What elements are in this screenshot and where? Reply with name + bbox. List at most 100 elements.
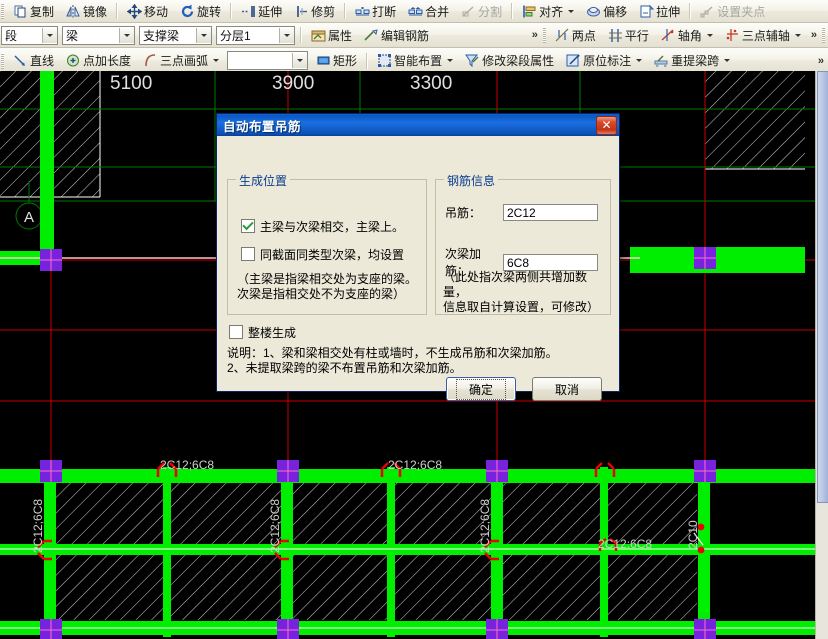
component-combo[interactable]: 梁	[62, 25, 135, 45]
point-length-button[interactable]: 点加长度	[61, 50, 136, 71]
draw-toolbar-overflow-button[interactable]: »	[814, 55, 828, 67]
toolbar-grip[interactable]	[542, 27, 546, 43]
toolbar-set-grip-label: 设置夹点	[717, 4, 766, 19]
in-situ-annotation-button[interactable]: 原位标注	[561, 50, 647, 71]
axis-label-A: A	[24, 209, 34, 226]
rectangle-label: 矩形	[333, 54, 358, 68]
toolbar-grip[interactable]	[1, 3, 4, 19]
toolbar-extend-button[interactable]: 延伸	[236, 1, 287, 22]
close-icon[interactable]: ✕	[596, 115, 617, 135]
ok-button-label: 确定	[455, 378, 506, 400]
vertical-scrollbar-thumb[interactable]	[817, 71, 828, 503]
toolbar-move-button[interactable]: 移动	[122, 1, 173, 22]
chevron-down-icon[interactable]	[724, 59, 731, 62]
cancel-button[interactable]: 取消	[532, 377, 602, 401]
chevron-down-icon[interactable]	[568, 9, 575, 13]
chevron-down-icon[interactable]	[279, 27, 294, 43]
checkbox-unchecked-icon[interactable]	[229, 325, 243, 339]
toolbar-trim-button[interactable]: 修剪	[289, 1, 340, 22]
ok-button[interactable]: 确定	[446, 377, 516, 401]
dialog-titlebar[interactable]: 自动布置吊筋 ✕	[217, 114, 619, 136]
toolbar-copy-button[interactable]: 复制	[8, 1, 59, 22]
line-button[interactable]: 直线	[8, 50, 59, 71]
layer-combo[interactable]: 分层1	[216, 25, 295, 45]
toolbar-offset-button[interactable]: 偏移	[581, 1, 632, 22]
chevron-down-icon[interactable]	[196, 27, 211, 43]
chevron-down-icon[interactable]	[292, 53, 308, 68]
toolbar-mirror-button[interactable]: 镜像	[61, 1, 112, 22]
three-point-arc-label: 三点画弧	[160, 54, 209, 68]
checkbox-primary-secondary-intersect[interactable]: 主梁与次梁相交，主梁上。	[241, 218, 421, 235]
toolbar-split-button[interactable]: 分割	[456, 1, 507, 22]
modify-beam-segment-button[interactable]: 修改梁段属性	[460, 50, 559, 71]
set-grip-icon	[700, 4, 715, 19]
checkbox-unchecked-icon[interactable]	[241, 247, 255, 261]
beam-type-combo[interactable]: 支撑梁	[139, 25, 212, 45]
chevron-down-icon[interactable]	[794, 33, 801, 37]
axis-toolbar-overflow-button[interactable]: »	[807, 29, 821, 41]
hanging-rebar-input[interactable]: 2C12	[503, 204, 598, 221]
two-point-axis-button[interactable]: 两点	[550, 25, 601, 46]
hanging-rebar-label: 吊筋：	[445, 206, 482, 220]
toolbar-align-button[interactable]: 对齐	[517, 1, 579, 22]
toolbar-break-button[interactable]: 打断	[350, 1, 401, 22]
generate-position-note: （主梁是指梁相交处为支座的梁。 次梁是指相交处不为支座的梁）	[237, 272, 418, 301]
vertical-scrollbar[interactable]	[815, 71, 828, 639]
chevron-down-icon[interactable]	[119, 27, 134, 43]
three-point-aux-axis-button[interactable]: 三点辅轴	[720, 25, 806, 46]
properties-icon	[311, 28, 326, 43]
toolbar-offset-label: 偏移	[603, 4, 628, 19]
dimension-label: 3900	[272, 73, 314, 94]
component-combo-value: 梁	[66, 28, 79, 43]
edit-rebar-icon	[364, 28, 379, 43]
smart-layout-button[interactable]: 智能布置	[372, 50, 458, 71]
chevron-down-icon[interactable]	[42, 27, 57, 43]
dialog-title: 自动布置吊筋	[223, 119, 302, 134]
toolbar-rotate-button[interactable]: 旋转	[175, 1, 226, 22]
properties-label: 属性	[328, 28, 353, 43]
parallel-axis-label: 平行	[624, 28, 649, 43]
three-point-arc-button[interactable]: 三点画弧	[138, 50, 224, 71]
rebar-label: 2C12;6C8	[388, 458, 442, 472]
chevron-down-icon[interactable]	[636, 59, 643, 62]
dialog-body: 生成位置 主梁与次梁相交，主梁上。 同截面同类型次梁，均设置 （主梁是指梁相交处…	[217, 136, 619, 401]
toolbar-grip[interactable]	[822, 27, 825, 43]
cancel-button-label: 取消	[554, 382, 579, 397]
mirror-icon	[66, 4, 81, 19]
toolbar-separator	[230, 3, 233, 19]
column-marker	[486, 619, 508, 639]
toolbar-set-grip-button[interactable]: 设置夹点	[695, 1, 770, 22]
point-length-label: 点加长度	[83, 54, 132, 68]
draw-style-combo[interactable]	[227, 51, 309, 70]
parallel-axis-button[interactable]: 平行	[603, 25, 654, 46]
chevron-down-icon[interactable]	[213, 59, 220, 62]
edit-rebar-button[interactable]: 编辑钢筋	[359, 25, 434, 46]
floor-combo[interactable]: 段	[1, 25, 58, 45]
axis-angle-button[interactable]: 轴角	[656, 25, 718, 46]
chevron-down-icon[interactable]	[706, 33, 713, 37]
chevron-down-icon[interactable]	[447, 59, 454, 62]
toolbar-grip[interactable]	[1, 52, 4, 69]
align-icon	[522, 4, 537, 19]
rectangle-button[interactable]: 矩形	[311, 50, 362, 71]
rectangle-icon	[316, 53, 331, 68]
properties-button[interactable]: 属性	[306, 25, 357, 46]
checkbox-whole-floor[interactable]: 整楼生成	[229, 324, 296, 341]
modify-beam-segment-label: 修改梁段属性	[482, 54, 555, 68]
column-marker	[277, 619, 299, 639]
toolbar-trim-label: 修剪	[311, 4, 336, 19]
checkbox-checked-icon[interactable]	[241, 219, 255, 233]
toolbar-stretch-button[interactable]: 拉伸	[634, 1, 685, 22]
toolbar-overflow-button[interactable]: »	[528, 29, 542, 41]
toolbar-merge-button[interactable]: 合并	[403, 1, 454, 22]
secondary-beam-rebar-input[interactable]: 6C8	[503, 253, 598, 271]
checkbox-same-section-same-type[interactable]: 同截面同类型次梁，均设置	[241, 246, 421, 263]
re-extract-beam-span-button[interactable]: 重提梁跨	[649, 50, 735, 71]
split-icon	[461, 4, 476, 19]
auto-layout-hanging-rebar-dialog: 自动布置吊筋 ✕ 生成位置 主梁与次梁相交，主梁上。 同截面同类型次梁，均设置 …	[216, 113, 620, 401]
break-icon	[355, 4, 370, 19]
modify-toolbar: 复制 镜像 移动 旋转 延伸 修剪 打断 合并 分割 对齐 偏移 拉伸 设置夹点	[0, 0, 828, 23]
toolbar-break-label: 打断	[372, 4, 397, 19]
extend-icon	[241, 4, 256, 19]
three-point-aux-axis-icon	[725, 28, 740, 43]
